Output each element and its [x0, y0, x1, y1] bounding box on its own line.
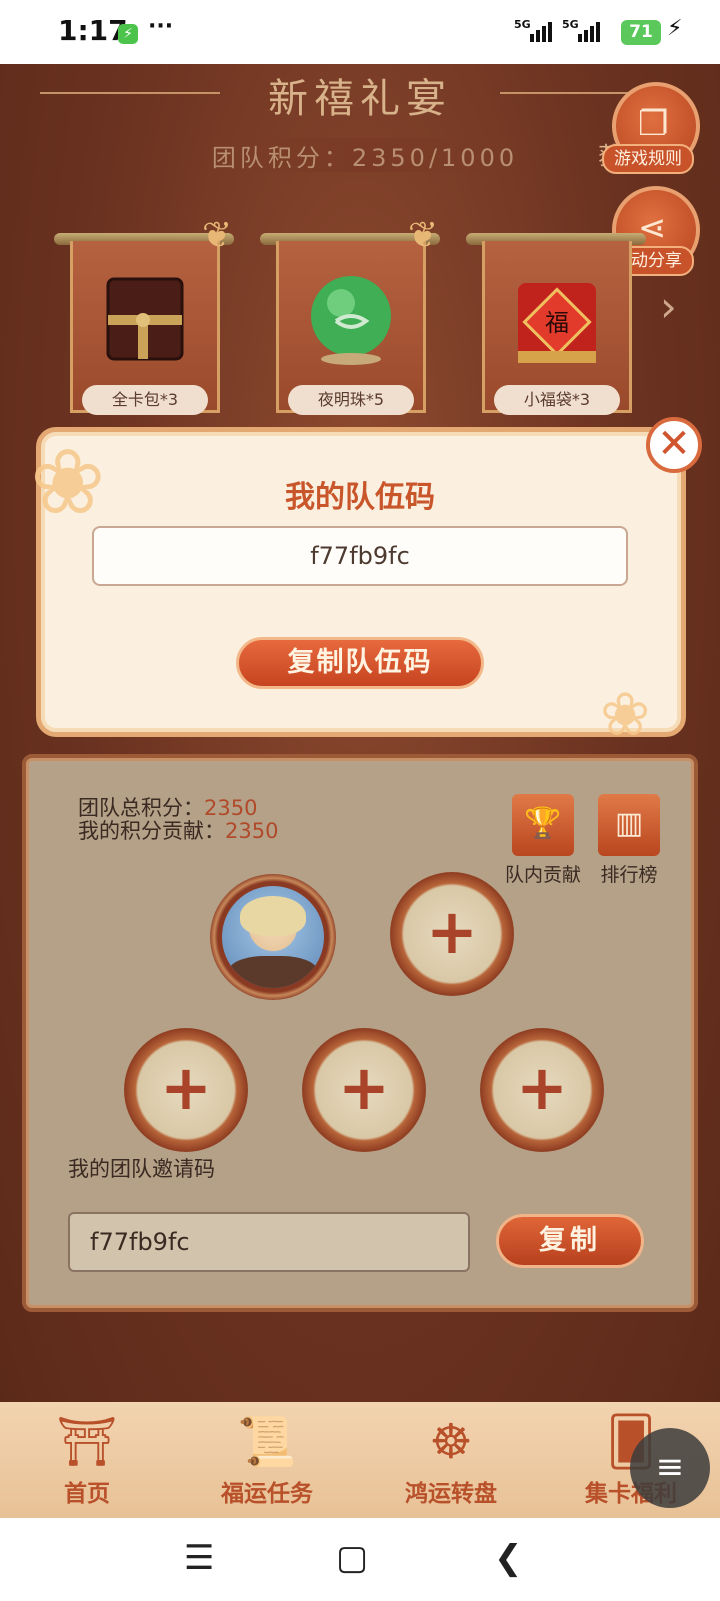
prize-label: 小福袋*3 — [494, 385, 620, 415]
invite-slot[interactable]: + — [390, 872, 514, 996]
plus-icon: + — [516, 1051, 568, 1124]
more-notifications-icon: ··· — [148, 14, 174, 39]
invite-code-field[interactable]: f77fb9fc — [68, 1212, 470, 1272]
prize-card[interactable]: ❦ 全卡包*3 — [54, 215, 234, 423]
my-contribution: 我的积分贡献：2350 — [78, 819, 279, 843]
nav-wheel[interactable]: ☸ 鸿运转盘 — [376, 1410, 526, 1510]
plus-icon: + — [426, 895, 478, 968]
nav-tasks[interactable]: 📜 福运任务 — [192, 1410, 342, 1510]
copy-invite-button[interactable]: 复制 — [496, 1214, 644, 1268]
trophy-icon: 🏆 — [524, 806, 562, 841]
prize-card[interactable]: 福 小福袋*3 — [466, 233, 646, 423]
avatar — [222, 886, 324, 988]
invite-slot[interactable]: + — [124, 1028, 248, 1152]
app-notification-icon: ⚡ — [118, 24, 138, 44]
next-arrow-icon[interactable]: › — [660, 282, 677, 331]
prize-card[interactable]: ❦ 夜明珠*5 — [260, 215, 440, 423]
plus-icon: + — [338, 1051, 390, 1124]
ranking-icon: ▥ — [614, 806, 644, 841]
back-icon[interactable]: ❮ — [494, 1538, 523, 1578]
network-type-1: 5G — [514, 18, 531, 31]
page-title: 新禧礼宴 — [268, 76, 452, 122]
leaf-icon: ❦ — [202, 215, 233, 256]
invite-slot[interactable]: + — [480, 1028, 604, 1152]
copy-team-code-button[interactable]: 复制队伍码 — [236, 637, 484, 689]
recent-apps-icon[interactable]: ☰ — [184, 1538, 214, 1578]
leaf-icon: ❦ — [408, 215, 439, 256]
game-rules-label[interactable]: 游戏规则 — [602, 144, 694, 174]
home-icon[interactable]: ▢ — [336, 1538, 368, 1578]
invite-slot[interactable]: + — [302, 1028, 426, 1152]
team-member-avatar[interactable] — [210, 874, 336, 1000]
team-contribution-button[interactable]: 🏆 — [512, 794, 574, 856]
svg-text:福: 福 — [545, 309, 569, 337]
team-score: 团队积分：2350/1000 — [200, 138, 530, 172]
plus-icon: + — [160, 1051, 212, 1124]
menu-icon: ≡ — [655, 1447, 685, 1487]
scroll-icon: 📜 — [237, 1414, 297, 1470]
signal-icon — [530, 22, 552, 42]
network-type-2: 5G — [562, 18, 579, 31]
night-pearl-icon — [311, 276, 391, 365]
dialog-title: 我的队伍码 — [285, 480, 435, 515]
signal-icon — [578, 22, 600, 42]
prize-label: 夜明珠*5 — [288, 385, 414, 415]
ranking-label[interactable]: 排行榜 — [589, 862, 669, 888]
team-code-field[interactable]: f77fb9fc — [92, 526, 628, 586]
team-contribution-label[interactable]: 队内贡献 — [503, 862, 583, 888]
floating-menu-button[interactable]: ≡ — [630, 1428, 710, 1508]
status-bar: 1:17 ⚡ ··· 5G 5G 71 ⚡ — [0, 0, 720, 64]
ranking-button[interactable]: ▥ — [598, 794, 660, 856]
system-navigation-bar: ☰ ▢ ❮ — [0, 1518, 720, 1601]
battery-icon: 71 — [621, 20, 661, 45]
lucky-bag-icon: 福 — [518, 283, 596, 363]
nav-home[interactable]: ⛩ 首页 — [12, 1410, 162, 1510]
flame-ornament: ❀ — [600, 680, 651, 750]
document-icon: ❐ — [638, 104, 669, 144]
invite-code-label: 我的团队邀请码 — [68, 1157, 215, 1181]
wheel-icon: ☸ — [429, 1414, 473, 1470]
close-icon[interactable]: ✕ — [646, 417, 702, 473]
prize-label: 全卡包*3 — [82, 385, 208, 415]
pavilion-icon: ⛩ — [56, 1414, 118, 1470]
charging-icon: ⚡ — [667, 16, 683, 41]
card-pack-icon — [106, 277, 184, 361]
